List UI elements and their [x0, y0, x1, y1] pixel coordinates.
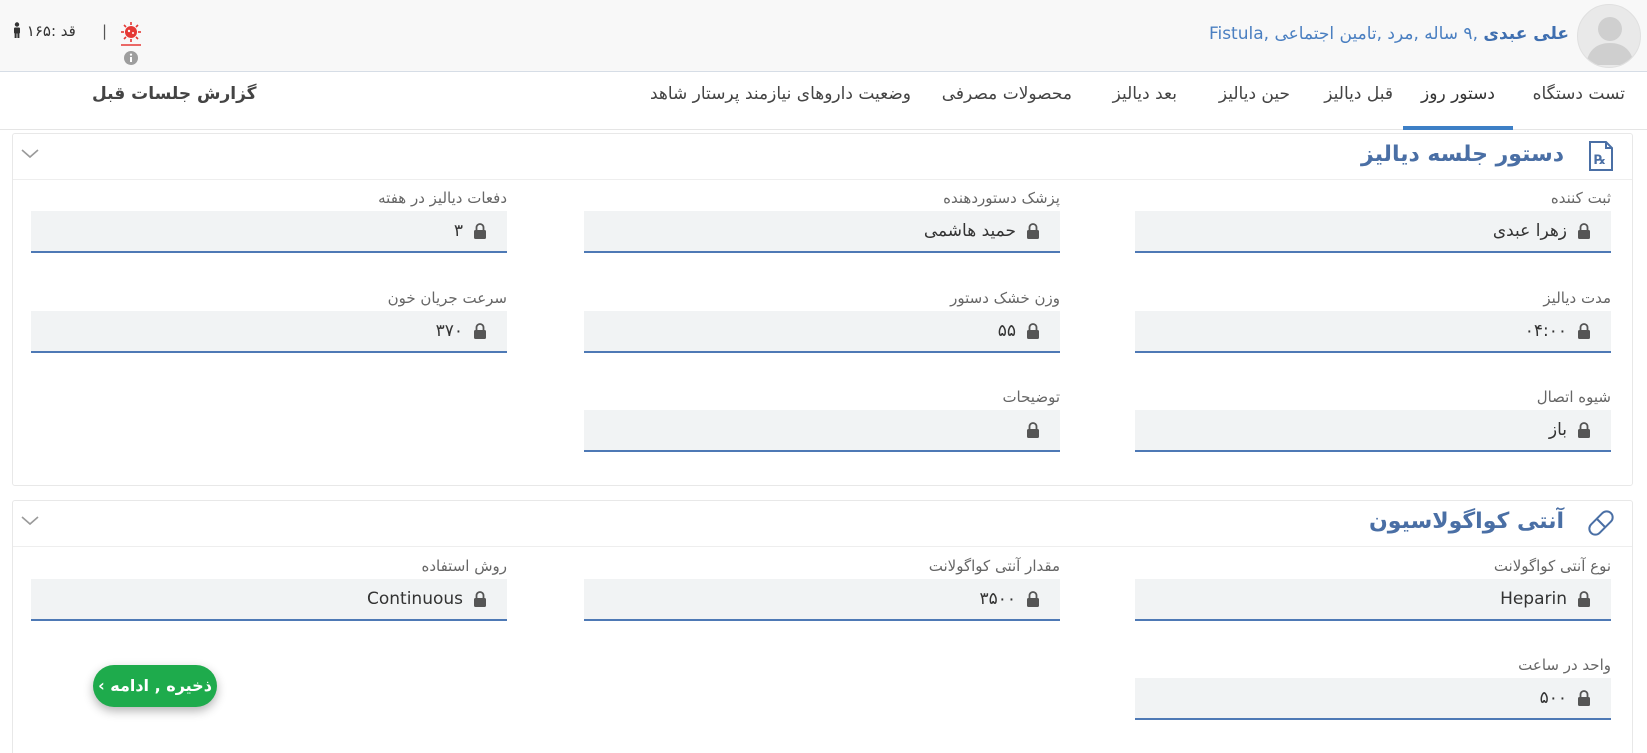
field-value: ۳	[453, 221, 463, 241]
dry-weight-input[interactable]: ۵۵	[584, 311, 1060, 353]
tab-during-dialysis[interactable]: حین دیالیز	[1219, 84, 1290, 118]
field-value: Heparin	[1500, 589, 1567, 609]
user-silhouette-icon	[1586, 17, 1634, 65]
avatar[interactable]	[1577, 4, 1641, 68]
field-label: مقدار آنتی کواگولانت	[928, 557, 1060, 575]
lock-icon	[1578, 591, 1590, 607]
patient-name: علی عبدی	[1483, 24, 1569, 44]
panel-header: ℞ دستور جلسه دیالیز	[13, 134, 1632, 180]
field-label: ثبت کننده	[1550, 189, 1611, 207]
pill-icon	[1588, 510, 1614, 536]
lock-icon	[1578, 422, 1590, 438]
tab-consumables[interactable]: محصولات مصرفی	[942, 84, 1072, 118]
field-label: وزن خشک دستور	[950, 289, 1060, 307]
header-separator: |	[102, 22, 108, 40]
sessions-per-week-input[interactable]: ۳	[31, 211, 507, 253]
lock-icon	[1578, 690, 1590, 706]
chevron-down-icon[interactable]	[19, 509, 41, 531]
registrar-input[interactable]: زهرا عبدی	[1135, 211, 1611, 253]
info-icon[interactable]	[123, 50, 139, 66]
blood-flow-input[interactable]: ۳۷۰	[31, 311, 507, 353]
tab-pre-dialysis[interactable]: قبل دیالیز	[1324, 84, 1393, 118]
field-value: ۵۰۰	[1539, 688, 1567, 708]
lock-icon	[1578, 323, 1590, 339]
duration-input[interactable]: ۰۴:۰۰	[1135, 311, 1611, 353]
field-label: نوع آنتی کواگولانت	[1493, 557, 1611, 575]
person-icon	[14, 22, 20, 38]
lock-icon	[474, 591, 486, 607]
height-info: قد :۱۶۵	[12, 22, 76, 40]
field-value: Continuous	[366, 589, 463, 609]
field-label: توضیحات	[1002, 388, 1060, 406]
chevron-down-icon[interactable]	[19, 142, 41, 164]
field-value: ۵۵	[997, 321, 1016, 341]
anticoagulant-amount-input[interactable]: ۳۵۰۰	[584, 579, 1060, 621]
virus-alert-icon[interactable]	[118, 20, 144, 46]
panel-title: آنتی کواگولاسیون	[1369, 509, 1564, 534]
field-label: سرعت جریان خون	[387, 289, 507, 307]
patient-details: ,۹ ساله ,مرد ,تامین اجتماعی ,Fistula	[1208, 24, 1484, 44]
tab-previous-sessions-report[interactable]: گزارش جلسات قبل	[92, 84, 257, 104]
svg-text:℞: ℞	[1594, 153, 1606, 168]
usage-method-input[interactable]: Continuous	[31, 579, 507, 621]
field-label: دفعات دیالیز در هفته	[378, 189, 507, 207]
field-label: مدت دیالیز	[1543, 289, 1611, 307]
lock-icon	[1027, 223, 1039, 239]
tab-daily-order[interactable]: دستور روز	[1403, 84, 1513, 130]
header-indicators: قد :۱۶۵ |	[12, 10, 144, 65]
save-continue-button[interactable]: ذخیره , ادامه ›	[93, 665, 217, 707]
panel-header: آنتی کواگولاسیون	[13, 501, 1632, 547]
prescription-icon: ℞	[1589, 141, 1613, 171]
field-value: حمید هاشمی	[923, 221, 1016, 241]
field-value: ۰۴:۰۰	[1524, 321, 1567, 341]
anticoagulation-panel: آنتی کواگولاسیون نوع آنتی کواگولانت Hepa…	[12, 500, 1633, 753]
tab-witness-drugs[interactable]: وضعیت داروهای نیازمند پرستار شاهد	[650, 84, 911, 118]
anticoagulant-type-input[interactable]: Heparin	[1135, 579, 1611, 621]
lock-icon	[474, 323, 486, 339]
notes-input[interactable]	[584, 410, 1060, 452]
panel-title: دستور جلسه دیالیز	[1361, 142, 1564, 167]
lock-icon	[1027, 591, 1039, 607]
field-label: پزشک دستوردهنده	[943, 189, 1060, 207]
tab-post-dialysis[interactable]: بعد دیالیز	[1113, 84, 1177, 118]
field-label: شیوه اتصال	[1536, 388, 1611, 406]
field-label: واحد در ساعت	[1518, 656, 1611, 674]
lock-icon	[1027, 323, 1039, 339]
lock-icon	[474, 223, 486, 239]
patient-header: علی عبدی ,۹ ساله ,مرد ,تامین اجتماعی ,Fi…	[0, 0, 1647, 72]
field-value: ۳۷۰	[435, 321, 463, 341]
field-value: ۳۵۰۰	[979, 589, 1016, 609]
tab-bar: تست دستگاه دستور روز قبل دیالیز حین دیال…	[0, 72, 1647, 130]
field-value: باز	[1548, 420, 1567, 440]
doctor-input[interactable]: حمید هاشمی	[584, 211, 1060, 253]
lock-icon	[1027, 422, 1039, 438]
dialysis-order-panel: ℞ دستور جلسه دیالیز ثبت کننده زهرا عبدی …	[12, 133, 1633, 486]
connection-method-input[interactable]: باز	[1135, 410, 1611, 452]
field-value: زهرا عبدی	[1492, 221, 1567, 241]
patient-summary: علی عبدی ,۹ ساله ,مرد ,تامین اجتماعی ,Fi…	[1209, 24, 1569, 44]
field-label: روش استفاده	[421, 557, 507, 575]
height-text: قد :۱۶۵	[26, 22, 76, 40]
tab-device-test[interactable]: تست دستگاه	[1533, 84, 1625, 118]
lock-icon	[1578, 223, 1590, 239]
units-per-hour-input[interactable]: ۵۰۰	[1135, 678, 1611, 720]
